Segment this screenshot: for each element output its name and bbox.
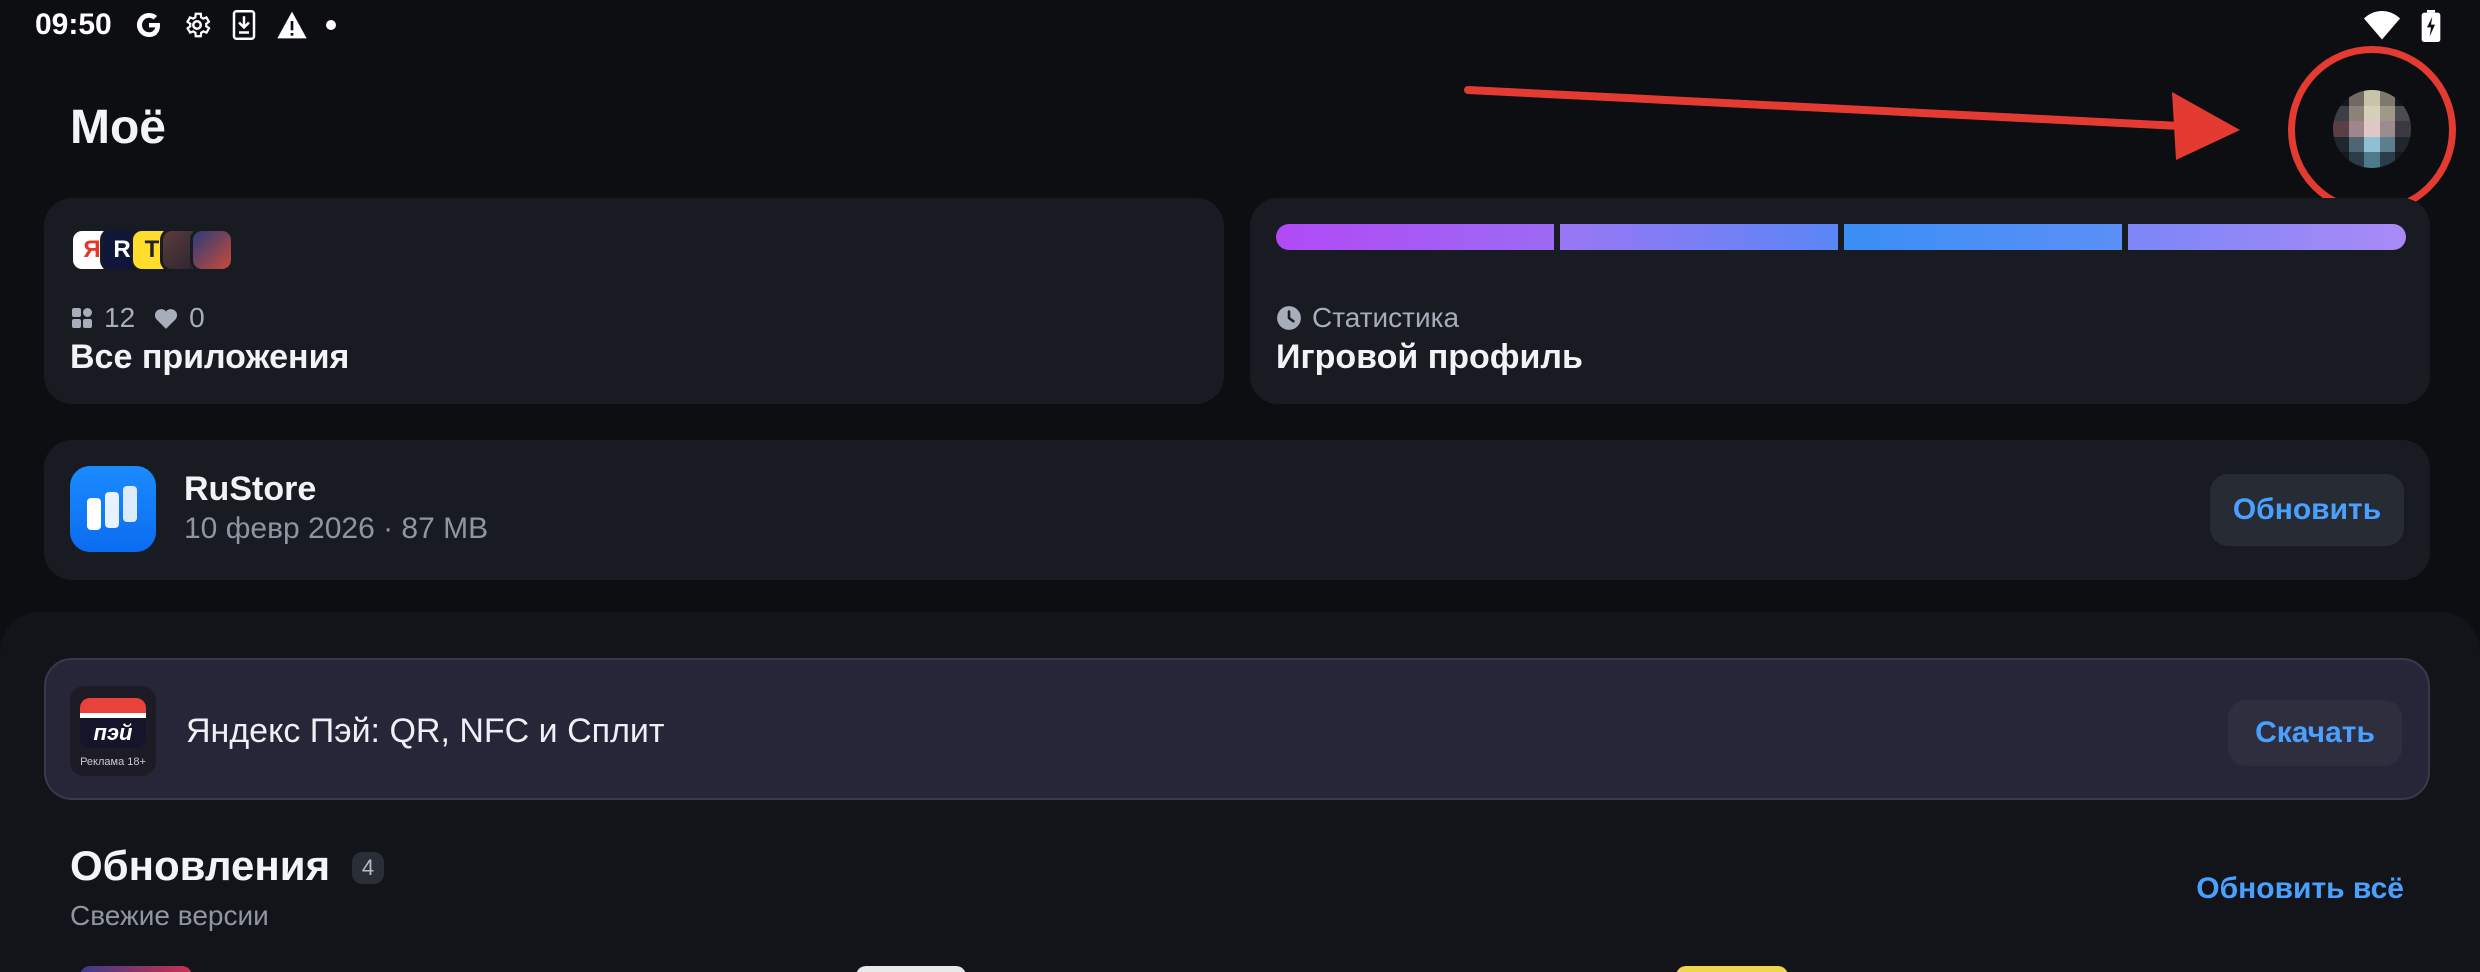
- racing-app-icon: [190, 228, 234, 272]
- app-icons-stack: Я R Т: [70, 228, 270, 274]
- status-bar: 09:50: [0, 0, 2480, 56]
- apps-grid-icon: [72, 308, 92, 328]
- annotation-circle: [2288, 46, 2456, 214]
- clock-icon: [1277, 306, 1301, 330]
- dot-icon: [326, 20, 336, 30]
- updates-title: Обновления: [70, 842, 331, 889]
- warning-icon: [277, 11, 307, 39]
- status-icons-left: [134, 10, 336, 40]
- settings-icon: [186, 12, 211, 38]
- update-all-link[interactable]: Обновить всё: [2196, 872, 2404, 906]
- ad-icon-text: пэй: [93, 720, 133, 745]
- download-icon: [232, 10, 256, 40]
- gaming-profile-card[interactable]: Статистика Игровой профиль: [1250, 198, 2430, 404]
- apps-meta: 12 0: [70, 302, 205, 334]
- rustore-app-icon: [70, 466, 156, 552]
- profile-progress-bar: [1276, 224, 2406, 250]
- yandex-pay-app-icon: пэй Реклама 18+: [70, 686, 156, 776]
- peek-app-icon-3[interactable]: [1676, 966, 1788, 972]
- google-icon: [136, 13, 160, 37]
- page-title: Моё: [70, 101, 166, 154]
- rustore-update-card[interactable]: RuStore 10 февр 2026 · 87 MB Обновить: [44, 440, 2430, 580]
- download-button[interactable]: Скачать: [2228, 700, 2402, 766]
- status-time: 09:50: [35, 8, 112, 41]
- rustore-meta: 10 февр 2026 · 87 MB: [184, 512, 489, 545]
- all-apps-title: Все приложения: [70, 338, 350, 376]
- profile-meta: Статистика: [1276, 302, 1459, 334]
- updates-subtitle: Свежие версии: [70, 900, 269, 931]
- heart-icon: [155, 309, 178, 329]
- apps-count: 12: [104, 302, 136, 333]
- ad-card[interactable]: пэй Реклама 18+ Яндекс Пэй: QR, NFC и Сп…: [44, 658, 2430, 800]
- rustore-name: RuStore: [184, 470, 317, 508]
- update-button[interactable]: Обновить: [2210, 474, 2404, 546]
- all-apps-card[interactable]: Я R Т 12 0 Все приложения: [44, 198, 1224, 404]
- peek-app-icon-1[interactable]: [80, 966, 192, 972]
- profile-title: Игровой профиль: [1276, 338, 1583, 376]
- profile-subtitle: Статистика: [1312, 302, 1460, 333]
- status-icons-right: [2364, 10, 2442, 42]
- annotation-arrow: [1464, 86, 2240, 160]
- ad-app-name: Яндекс Пэй: QR, NFC и Сплит: [186, 712, 665, 750]
- peek-app-icon-2[interactable]: [856, 966, 966, 972]
- wifi-icon: [2364, 11, 2400, 40]
- battery-icon: [2421, 10, 2441, 42]
- updates-count-badge: 4: [352, 852, 384, 884]
- likes-count: 0: [189, 302, 205, 333]
- ad-label: Реклама 18+: [80, 756, 146, 768]
